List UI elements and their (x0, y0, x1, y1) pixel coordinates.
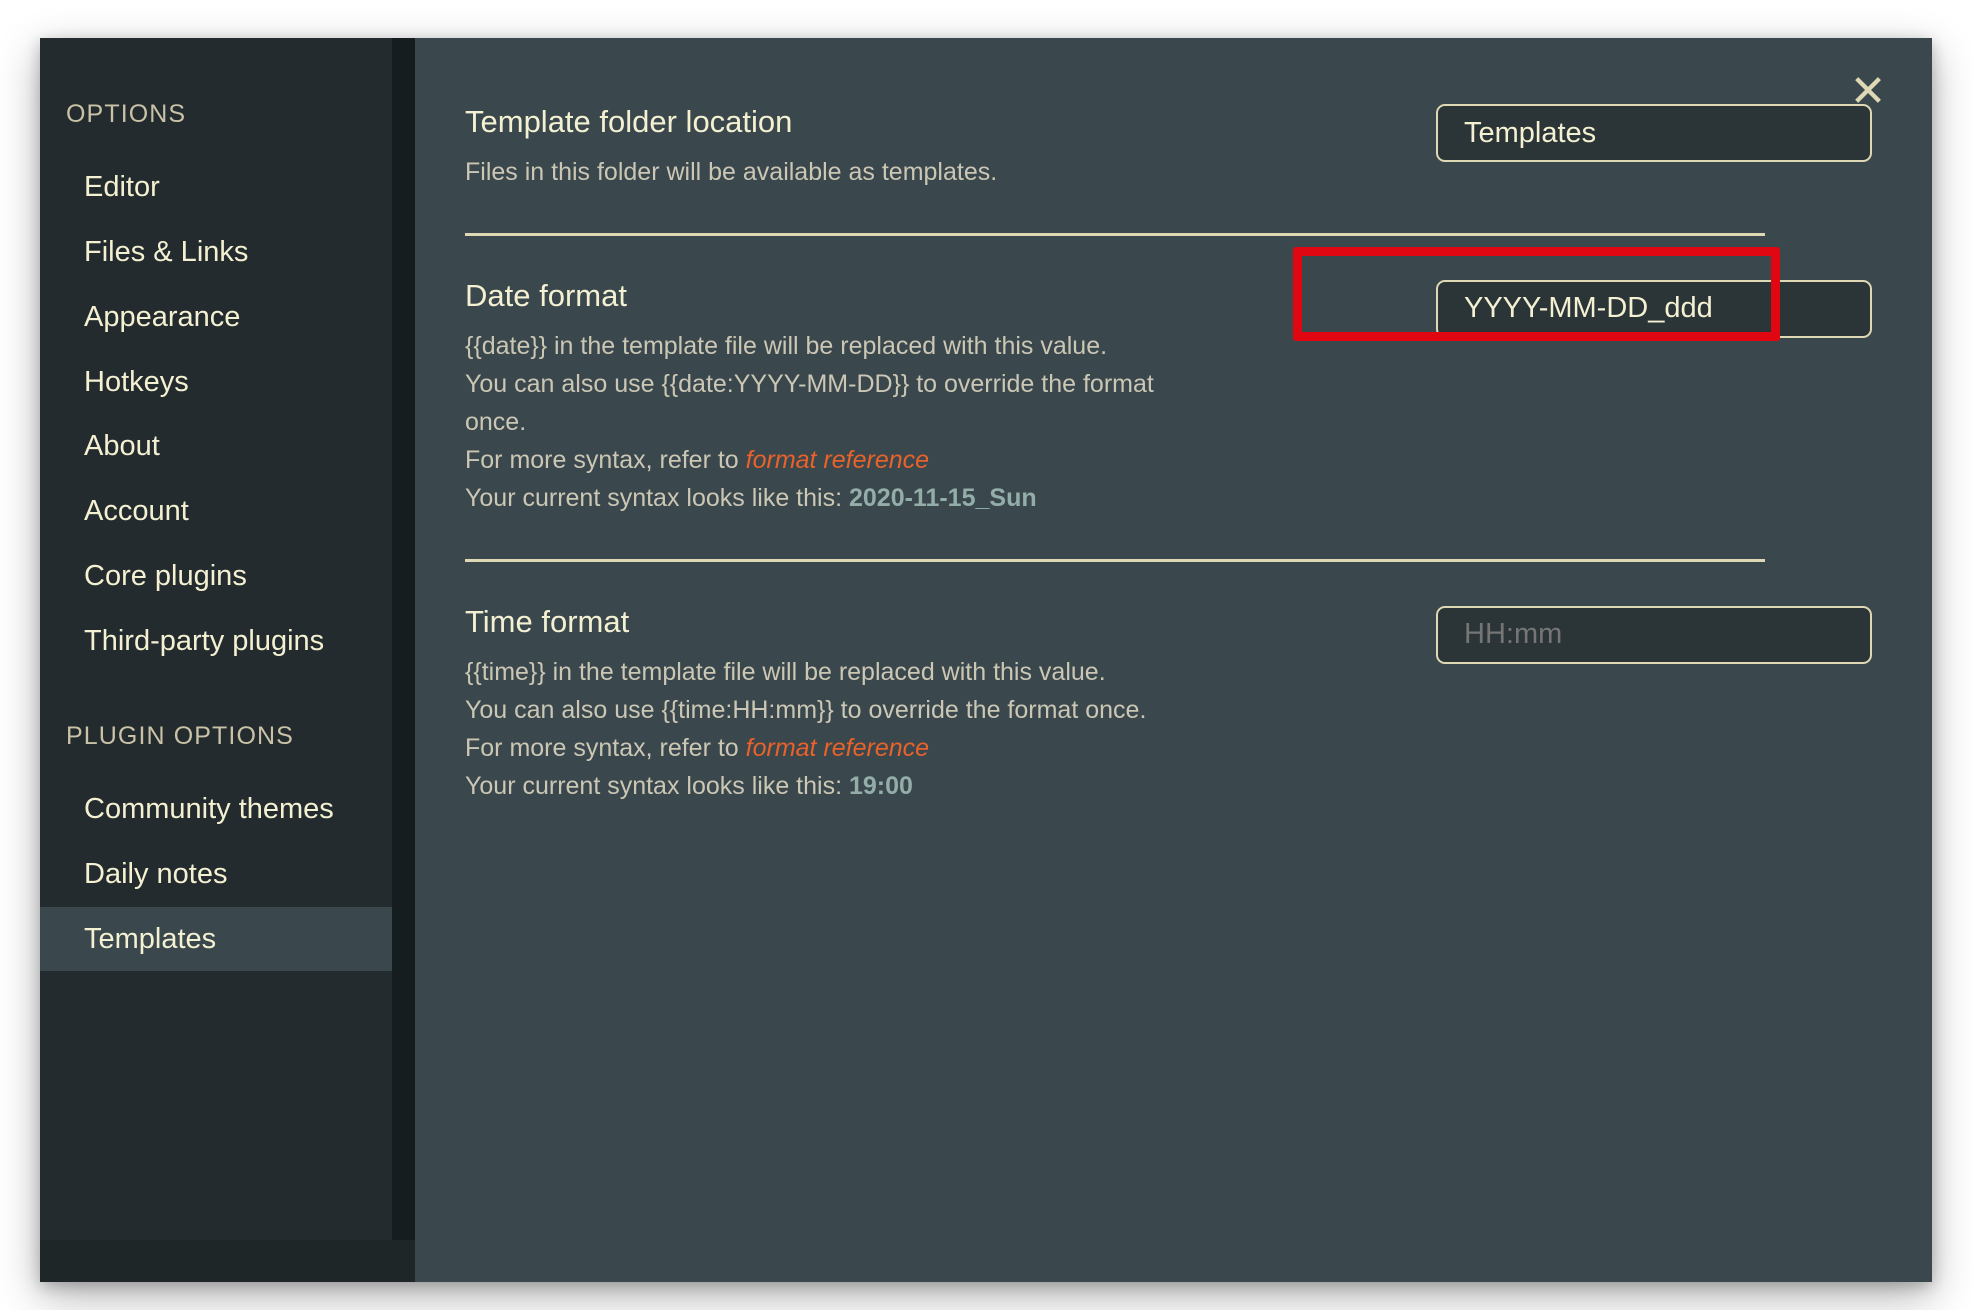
settings-sidebar: OPTIONS Editor Files & Links Appearance … (40, 38, 415, 1282)
setting-title: Template folder location (465, 104, 793, 139)
sidebar-bottom-strip (40, 1240, 415, 1282)
setting-info: Date format {{date}} in the template fil… (465, 274, 1154, 517)
description-line: You can also use {{date:YYYY-MM-DD}} to … (465, 369, 1154, 398)
setting-info: Template folder location Files in this f… (465, 100, 997, 191)
description-line: {{date}} in the template file will be re… (465, 331, 1108, 360)
description-line: You can also use {{time:HH:mm}} to overr… (465, 695, 1147, 724)
sidebar-item-community-themes[interactable]: Community themes (40, 777, 392, 842)
divider (465, 558, 1765, 562)
description-line: {{time}} in the template file will be re… (465, 657, 1106, 686)
setting-description: {{time}} in the template file will be re… (465, 653, 1146, 805)
setting-control (1436, 600, 1872, 664)
reference-prefix: For more syntax, refer to (465, 445, 746, 474)
date-sample-value: 2020-11-15_Sun (848, 483, 1037, 512)
sidebar-item-third-party-plugins[interactable]: Third-party plugins (40, 609, 392, 674)
setting-control (1436, 100, 1872, 162)
sidebar-heading-plugin-options: PLUGIN OPTIONS (66, 721, 294, 750)
description-line-reference: For more syntax, refer to format referen… (465, 441, 1154, 479)
sidebar-item-appearance[interactable]: Appearance (40, 285, 392, 350)
settings-content: ✕ Template folder location Files in this… (415, 38, 1932, 1282)
setting-template-folder-location: Template folder location Files in this f… (465, 100, 1872, 191)
setting-title: Date format (465, 277, 627, 313)
sidebar-item-about[interactable]: About (40, 414, 392, 479)
description-line-sample: Your current syntax looks like this: 19:… (465, 767, 1146, 805)
settings-modal: OPTIONS Editor Files & Links Appearance … (40, 38, 1932, 1282)
sample-prefix: Your current syntax looks like this: (465, 483, 849, 512)
setting-info: Time format {{time}} in the template fil… (465, 600, 1146, 805)
setting-description: Files in this folder will be available a… (465, 153, 997, 191)
divider (465, 232, 1765, 236)
time-format-input[interactable] (1436, 605, 1872, 664)
setting-date-format: Date format {{date}} in the template fil… (465, 274, 1872, 517)
reference-prefix: For more syntax, refer to (465, 733, 746, 762)
format-reference-link[interactable]: format reference (746, 446, 929, 474)
description-line-reference: For more syntax, refer to format referen… (465, 729, 1146, 767)
sidebar-item-templates[interactable]: Templates (40, 906, 392, 972)
sidebar-item-daily-notes[interactable]: Daily notes (40, 842, 392, 907)
sample-prefix: Your current syntax looks like this: (465, 771, 849, 800)
setting-time-format: Time format {{time}} in the template fil… (465, 600, 1872, 805)
date-format-input[interactable] (1436, 279, 1872, 338)
description-line: once. (465, 407, 527, 436)
template-folder-input[interactable] (1436, 104, 1872, 162)
sidebar-item-editor[interactable]: Editor (40, 155, 392, 220)
close-icon[interactable]: ✕ (1842, 68, 1894, 120)
sidebar-item-core-plugins[interactable]: Core plugins (40, 544, 392, 609)
format-reference-link[interactable]: format reference (746, 734, 929, 762)
setting-control (1436, 274, 1872, 338)
description-line: Files in this folder will be available a… (465, 157, 998, 186)
sidebar-item-account[interactable]: Account (40, 479, 392, 544)
sidebar-item-hotkeys[interactable]: Hotkeys (40, 350, 392, 415)
setting-title: Time format (465, 603, 630, 639)
sidebar-heading-options: OPTIONS (66, 100, 187, 128)
screen: OPTIONS Editor Files & Links Appearance … (0, 0, 1972, 1310)
sidebar-item-files-and-links[interactable]: Files & Links (40, 220, 392, 285)
setting-description: {{date}} in the template file will be re… (465, 327, 1154, 517)
time-sample-value: 19:00 (848, 771, 913, 800)
description-line-sample: Your current syntax looks like this: 202… (465, 479, 1154, 517)
